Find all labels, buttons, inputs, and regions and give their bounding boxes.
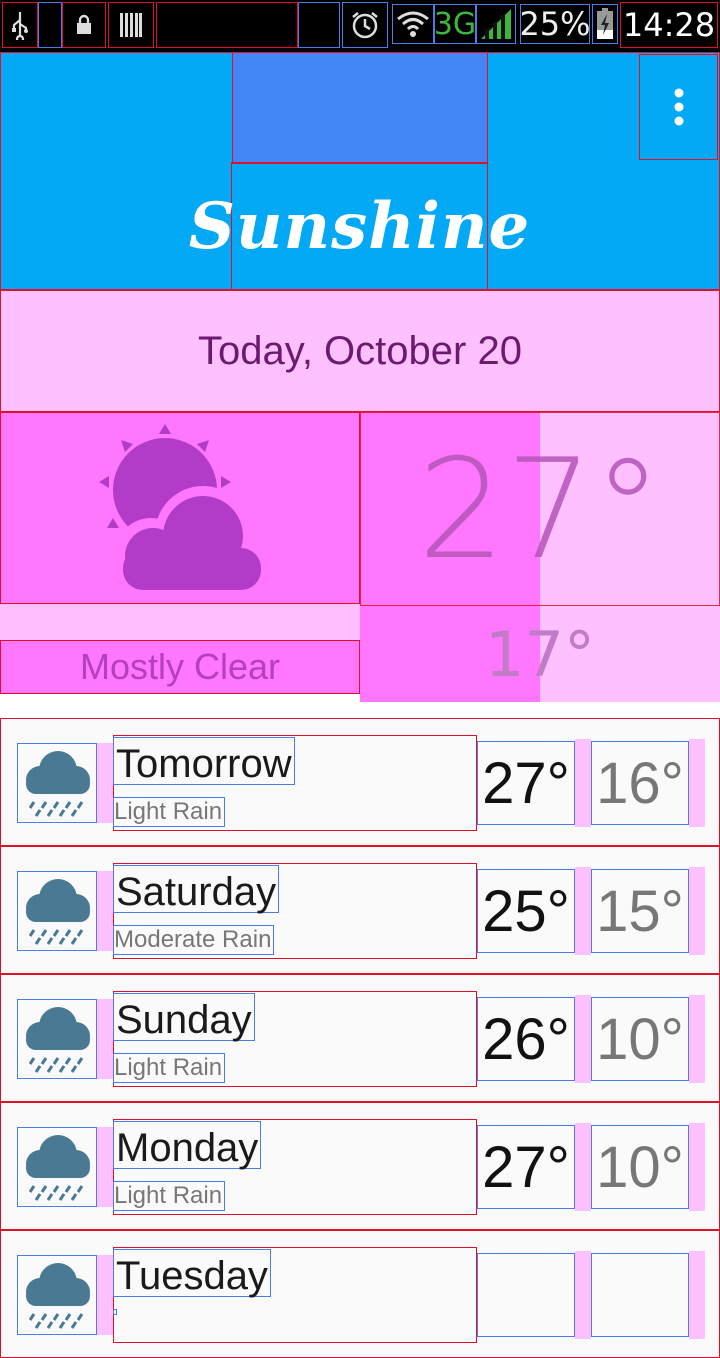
spacer [575,739,591,827]
forecast-row[interactable]: Saturday Moderate Rain 25° 15° [0,846,720,974]
forecast-high: 26° [477,997,575,1081]
forecast-icon [17,1255,97,1335]
alarm-icon [342,2,388,48]
clock: 14:28 [620,2,718,48]
forecast-high: 27° [477,741,575,825]
forecast-row[interactable]: Tomorrow Light Rain 27° 16° [0,718,720,846]
spacer [575,995,591,1083]
forecast-condition: Light Rain [113,1181,226,1211]
rain-cloud-icon [26,751,90,817]
spacer [97,1127,113,1207]
forecast-day: Tomorrow [113,737,295,785]
battery-percent: 25% [519,4,591,44]
rain-cloud-icon [26,1135,90,1201]
network-type: 3G [434,4,476,44]
forecast-condition [113,1309,117,1315]
forecast-row[interactable]: Sunday Light Rain 26° 10° [0,974,720,1102]
forecast-condition: Moderate Rain [113,925,275,955]
notification-area [156,2,298,48]
spacer [97,999,113,1079]
spacer [689,739,705,827]
forecast-day: Sunday [113,993,255,1041]
rain-cloud-icon [26,1007,90,1073]
forecast-icon [17,1127,97,1207]
usb-icon [2,2,38,48]
forecast-low: 10° [591,997,689,1081]
spacer [575,867,591,955]
forecast-condition: Light Rain [113,797,226,827]
battery-icon [592,4,618,44]
today-condition: Mostly Clear [0,640,360,694]
today-weather-icon-container [0,412,360,604]
wifi-icon [392,4,434,44]
app-title: Sunshine [189,162,529,290]
spacer [689,995,705,1083]
forecast-low: 15° [591,869,689,953]
spacer [298,2,340,48]
forecast-row[interactable]: Tuesday [0,1230,720,1358]
partly-cloudy-icon [99,424,261,590]
rain-cloud-icon [26,1263,90,1329]
forecast-day: Monday [113,1121,262,1169]
spacer [689,867,705,955]
forecast-condition: Light Rain [113,1053,226,1083]
divider-icon [38,2,62,48]
signal-icon [476,4,516,44]
barcode-icon [108,2,154,48]
spacer [0,604,360,640]
forecast-high: 25° [477,869,575,953]
forecast-low: 16° [591,741,689,825]
spacer [97,871,113,951]
overflow-menu-icon [674,88,683,126]
forecast-high [477,1253,575,1337]
today-high-temp: 27° [360,412,720,606]
status-bar: 3G 25% 14:28 [0,0,720,52]
spacer [575,1123,591,1211]
spacer [689,1251,705,1339]
forecast-icon [17,999,97,1079]
today-low-temp: 17° [485,617,595,691]
spacer [97,1255,113,1335]
forecast-low: 10° [591,1125,689,1209]
rain-cloud-icon [26,879,90,945]
forecast-icon [17,743,97,823]
today-date: Today, October 20 [0,290,720,412]
forecast-day: Tuesday [113,1249,271,1297]
forecast-low [591,1253,689,1337]
title-container [232,52,488,164]
overflow-menu-button[interactable] [639,54,718,160]
spacer [689,1123,705,1211]
spacer [575,1251,591,1339]
forecast-high: 27° [477,1125,575,1209]
forecast-day: Saturday [113,865,280,913]
forecast-icon [17,871,97,951]
spacer [97,743,113,823]
lock-icon [62,2,106,48]
forecast-row[interactable]: Monday Light Rain 27° 10° [0,1102,720,1230]
